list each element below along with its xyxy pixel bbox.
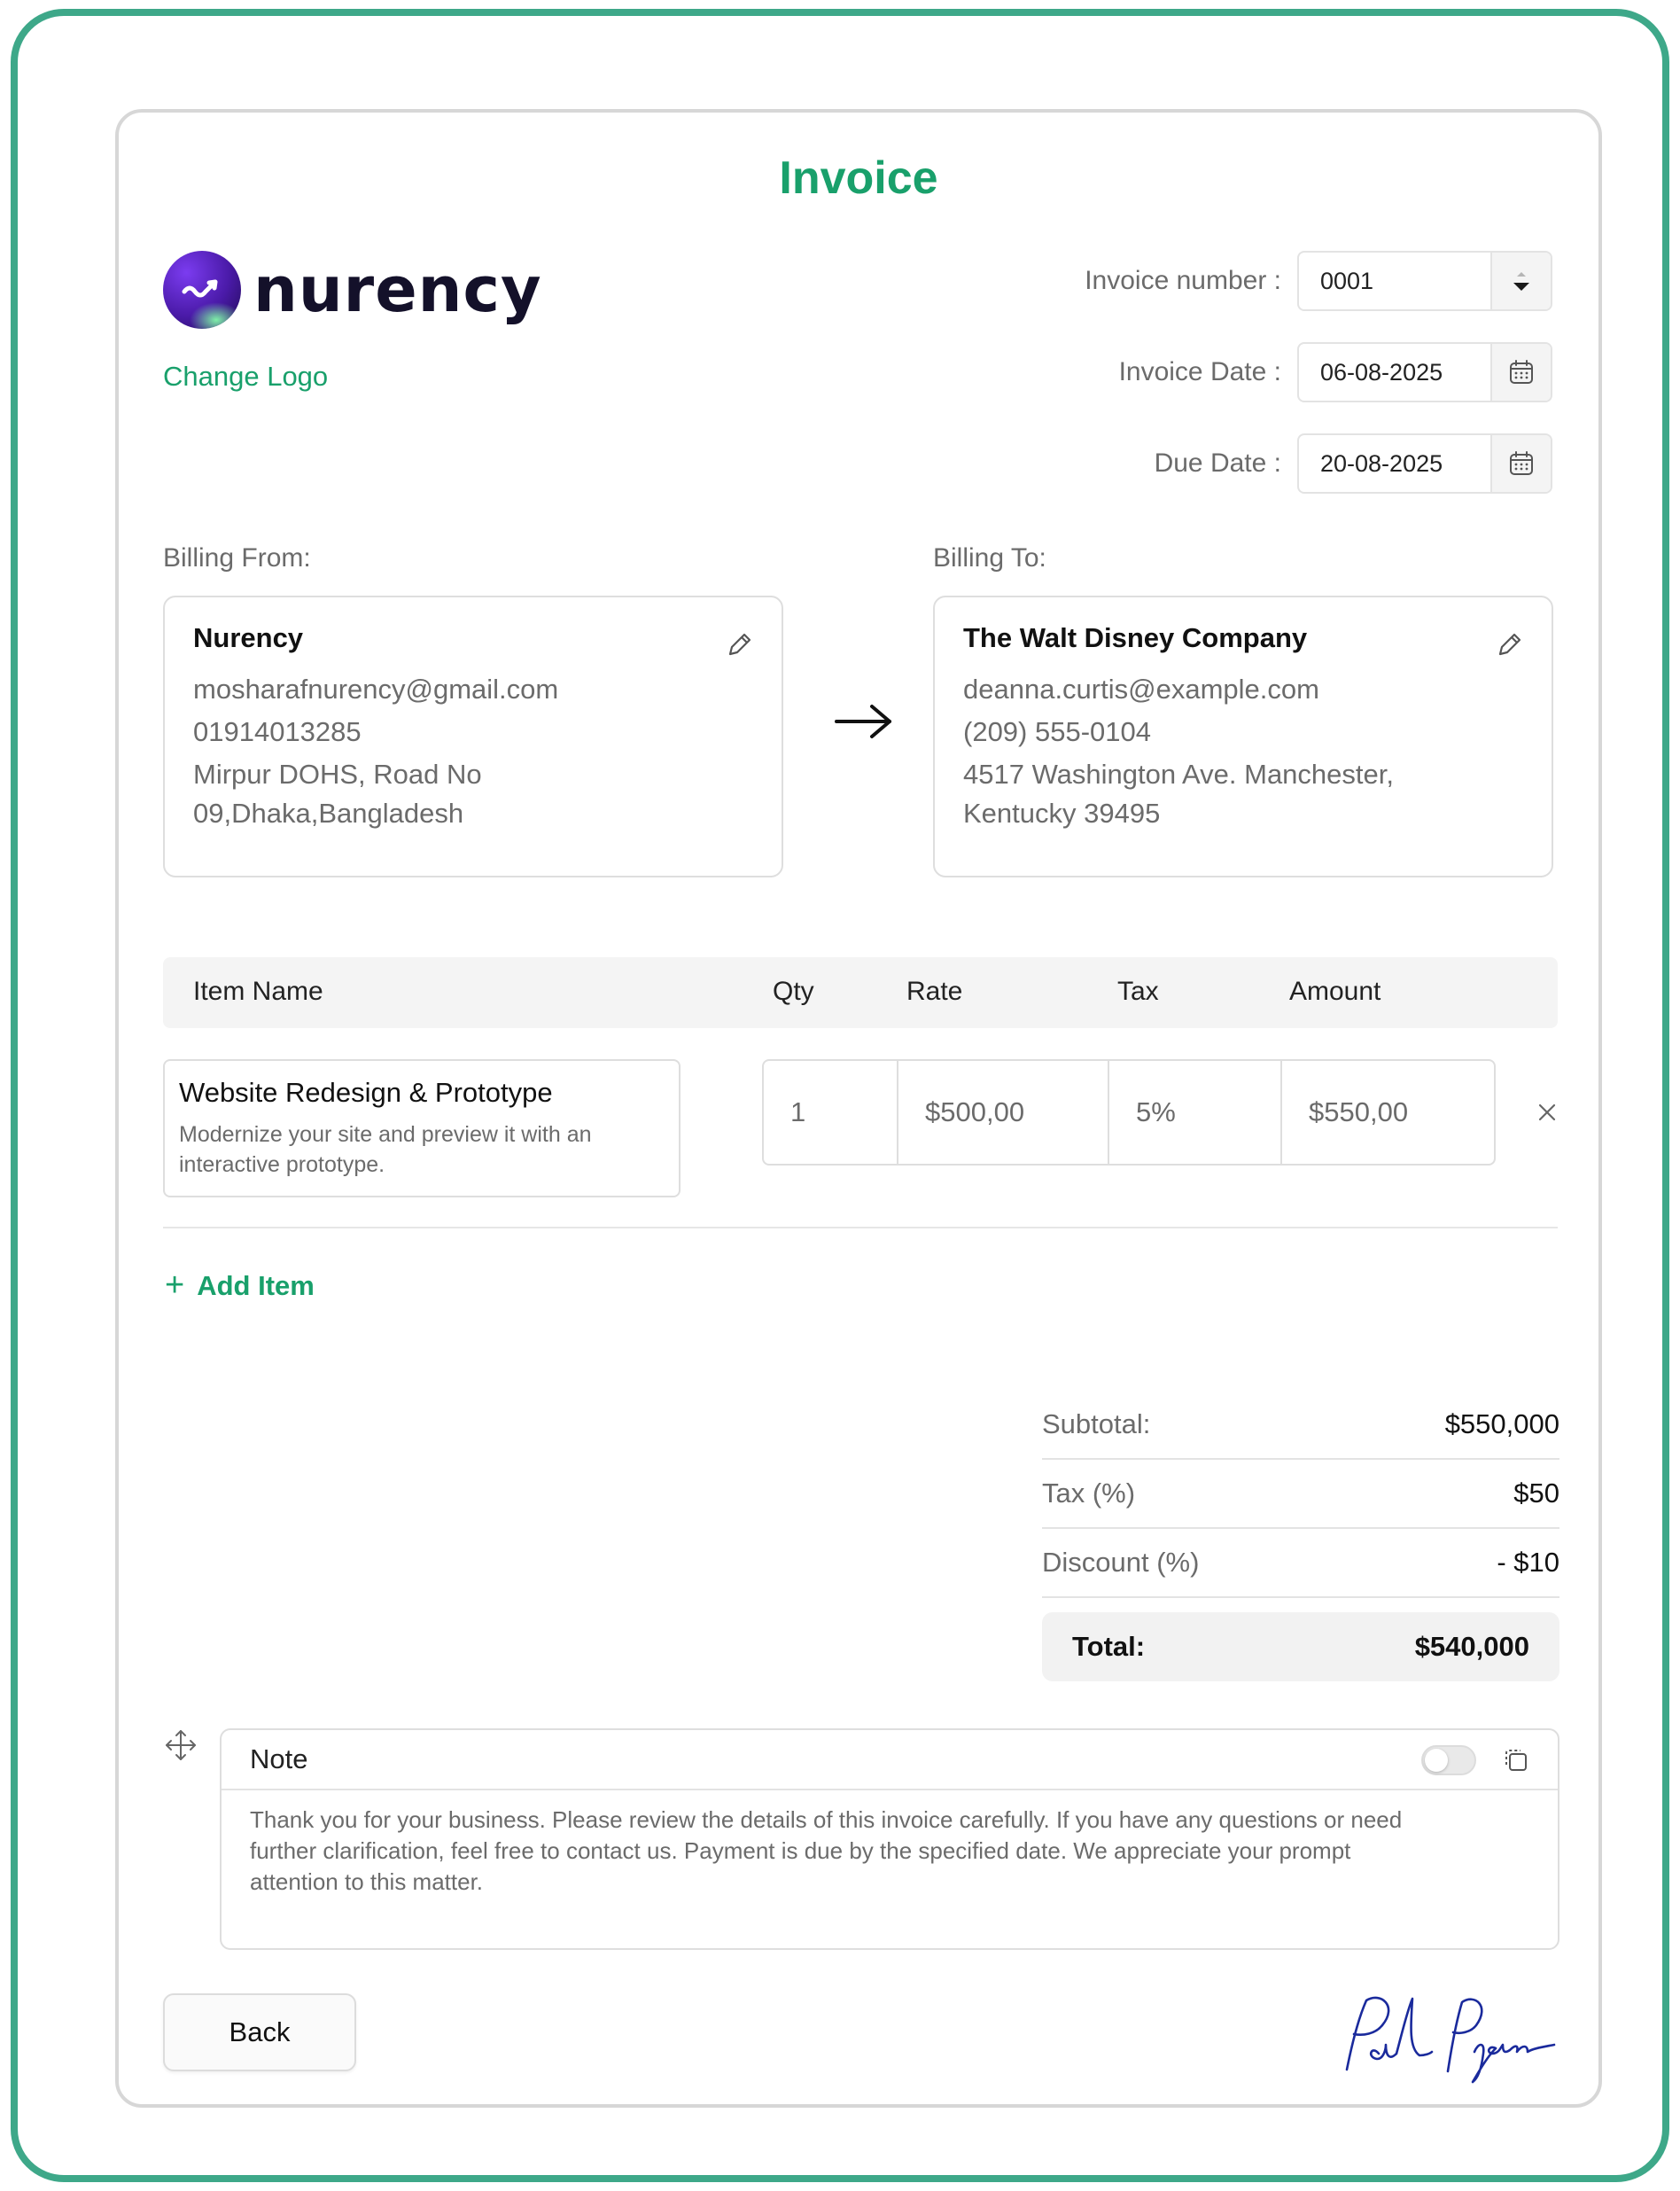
invoice-date-picker-button[interactable] bbox=[1490, 344, 1551, 401]
discount-row: Discount (%) - $10 bbox=[1042, 1529, 1559, 1598]
total-box: Total: $540,000 bbox=[1042, 1612, 1559, 1681]
back-button[interactable]: Back bbox=[163, 1993, 356, 2071]
invoice-date-label: Invoice Date : bbox=[1118, 357, 1281, 386]
tax-label: Tax (%) bbox=[1042, 1478, 1136, 1509]
item-name-field[interactable]: Website Redesign & Prototype Modernize y… bbox=[163, 1059, 681, 1197]
pencil-icon[interactable] bbox=[725, 629, 755, 659]
billing-from-label: Billing From: bbox=[163, 543, 311, 573]
chevron-down-icon bbox=[1513, 272, 1529, 291]
total-label: Total: bbox=[1072, 1631, 1146, 1662]
column-header-tax: Tax bbox=[1117, 977, 1159, 1006]
note-body[interactable]: Thank you for your business. Please revi… bbox=[222, 1790, 1558, 1912]
pencil-icon[interactable] bbox=[1495, 629, 1525, 659]
note-body-line3: attention to this matter. bbox=[250, 1868, 484, 1895]
subtotal-row: Subtotal: $550,000 bbox=[1042, 1391, 1559, 1460]
calendar-icon bbox=[1510, 451, 1533, 475]
invoice-number-field[interactable]: 0001 bbox=[1297, 251, 1552, 311]
move-icon[interactable] bbox=[163, 1727, 198, 1763]
note-section: Note Thank you for your business. Please… bbox=[220, 1728, 1559, 1950]
calendar-icon bbox=[1510, 360, 1533, 384]
item-rate-input[interactable]: $500,00 bbox=[898, 1061, 1109, 1164]
column-header-rate: Rate bbox=[906, 977, 963, 1006]
subtotal-value: $550,000 bbox=[1444, 1408, 1559, 1439]
note-header: Note bbox=[222, 1730, 1558, 1790]
note-body-line1: Thank you for your business. Please revi… bbox=[250, 1806, 1403, 1833]
billing-from-name: Nurency bbox=[193, 622, 304, 653]
discount-value: - $10 bbox=[1497, 1547, 1559, 1578]
close-icon[interactable] bbox=[1533, 1098, 1561, 1127]
note-toggle[interactable] bbox=[1421, 1745, 1476, 1775]
invoice-number-label: Invoice number : bbox=[1085, 266, 1281, 295]
invoice-number-dropdown-button[interactable] bbox=[1490, 253, 1551, 309]
item-description: Modernize your site and preview it with … bbox=[179, 1119, 665, 1180]
item-description-line2: interactive prototype. bbox=[179, 1152, 385, 1177]
billing-to-name: The Walt Disney Company bbox=[963, 622, 1308, 653]
add-item-button[interactable]: + Add Item bbox=[165, 1267, 315, 1305]
invoice-date-field[interactable]: 06-08-2025 bbox=[1297, 342, 1552, 402]
column-header-item-name: Item Name bbox=[193, 977, 323, 1006]
add-item-label: Add Item bbox=[197, 1269, 315, 1301]
billing-from-address-line1: Mirpur DOHS, Road No bbox=[193, 759, 482, 790]
invoice-date-row: Invoice Date : 06-08-2025 bbox=[1119, 342, 1552, 402]
note-title: Note bbox=[250, 1743, 308, 1774]
column-header-qty: Qty bbox=[773, 977, 814, 1006]
billing-to-address-line1: 4517 Washington Ave. Manchester, bbox=[963, 759, 1394, 790]
brand-logo-text: nurency bbox=[253, 253, 542, 326]
due-date-value[interactable]: 20-08-2025 bbox=[1299, 435, 1490, 492]
billing-from-phone: 01914013285 bbox=[193, 716, 362, 747]
billing-to-card: The Walt Disney Company deanna.curtis@ex… bbox=[933, 596, 1553, 877]
billing-to-address-line2: Kentucky 39495 bbox=[963, 798, 1161, 829]
item-amount-value: $550,00 bbox=[1309, 1096, 1409, 1127]
due-date-row: Due Date : 20-08-2025 bbox=[1155, 433, 1552, 494]
invoice-card: Invoice nurency Change Logo Invoice numb… bbox=[115, 109, 1602, 2108]
copy-icon[interactable] bbox=[1501, 1745, 1531, 1775]
arrow-right-icon bbox=[835, 705, 891, 738]
billing-to-email: deanna.curtis@example.com bbox=[963, 674, 1319, 705]
note-body-line2: further clarification, feel free to cont… bbox=[250, 1837, 1351, 1864]
change-logo-link[interactable]: Change Logo bbox=[163, 361, 328, 393]
billing-from-email: mosharafnurency@gmail.com bbox=[193, 674, 559, 705]
invoice-number-value[interactable]: 0001 bbox=[1299, 253, 1490, 309]
page-title: Invoice bbox=[779, 152, 938, 204]
billing-from-card: Nurency mosharafnurency@gmail.com 019140… bbox=[163, 596, 783, 877]
item-qty-input[interactable]: 1 bbox=[764, 1061, 898, 1164]
billing-to-phone: (209) 555-0104 bbox=[963, 716, 1151, 747]
items-divider bbox=[163, 1227, 1558, 1228]
due-date-picker-button[interactable] bbox=[1490, 435, 1551, 492]
item-values-row: 1 $500,00 5% $550,00 bbox=[762, 1059, 1496, 1166]
items-table-header: Item Name Qty Rate Tax Amount bbox=[163, 957, 1558, 1028]
item-title: Website Redesign & Prototype bbox=[179, 1077, 553, 1108]
column-header-amount: Amount bbox=[1289, 977, 1381, 1006]
item-tax-input[interactable]: 5% bbox=[1109, 1061, 1282, 1164]
total-value: $540,000 bbox=[1414, 1631, 1529, 1662]
plus-icon: + bbox=[165, 1267, 185, 1304]
due-date-field[interactable]: 20-08-2025 bbox=[1297, 433, 1552, 494]
item-description-line1: Modernize your site and preview it with … bbox=[179, 1122, 592, 1147]
tax-row: Tax (%) $50 bbox=[1042, 1460, 1559, 1529]
logo-mark-icon bbox=[163, 251, 241, 329]
billing-from-address-line2: 09,Dhaka,Bangladesh bbox=[193, 798, 464, 829]
due-date-label: Due Date : bbox=[1154, 448, 1281, 478]
billing-to-label: Billing To: bbox=[933, 543, 1046, 573]
discount-label: Discount (%) bbox=[1042, 1547, 1200, 1578]
invoice-number-row: Invoice number : 0001 bbox=[1085, 251, 1552, 311]
brand-logo: nurency bbox=[163, 251, 542, 329]
outer-frame: Invoice nurency Change Logo Invoice numb… bbox=[11, 9, 1669, 2182]
subtotal-label: Subtotal: bbox=[1042, 1408, 1151, 1439]
tax-value: $50 bbox=[1513, 1478, 1559, 1509]
signature-image bbox=[1345, 1996, 1556, 2084]
invoice-date-value[interactable]: 06-08-2025 bbox=[1299, 344, 1490, 401]
